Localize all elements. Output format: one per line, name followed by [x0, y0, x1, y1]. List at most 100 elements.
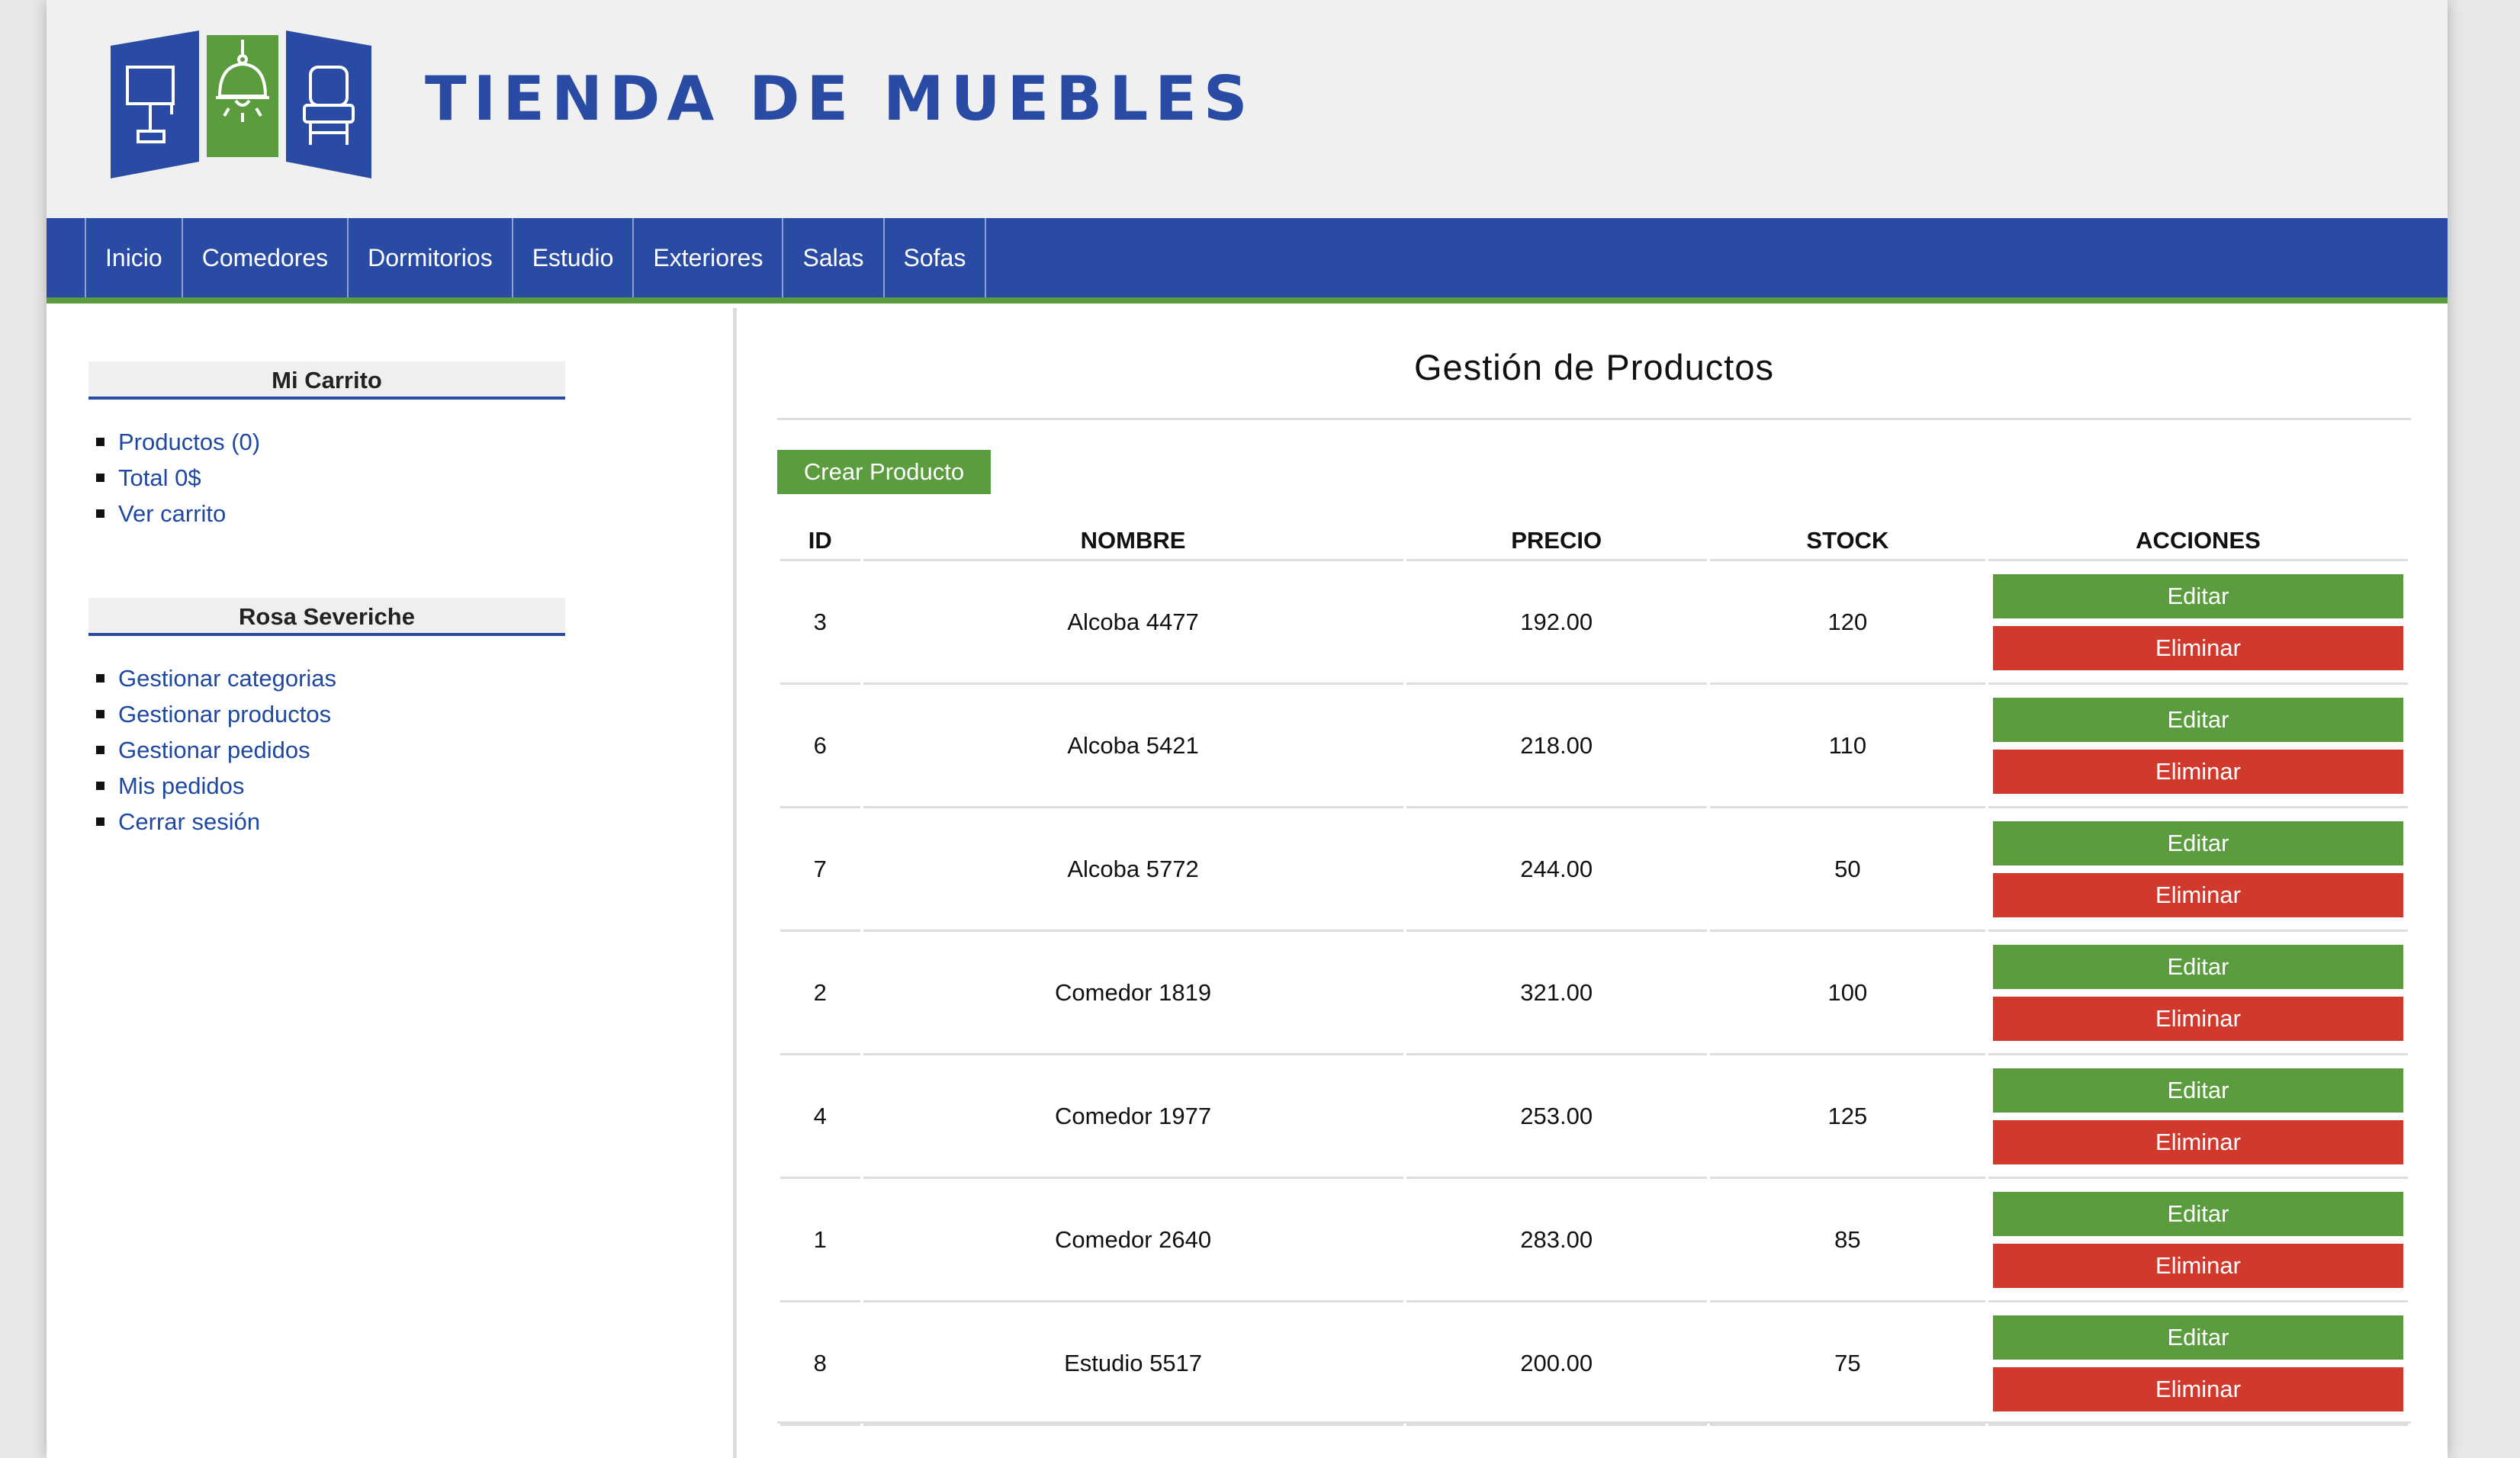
delete-button[interactable]: Eliminar [1993, 1366, 2403, 1411]
nav-item-comedores[interactable]: Comedores [183, 218, 349, 297]
cell-stock: 110 [1709, 685, 1985, 808]
edit-button[interactable]: Editar [1993, 1191, 2403, 1236]
bullet-icon [96, 474, 104, 482]
main-content: Gestión de Productos Crear Producto ID N… [777, 308, 2411, 1458]
bullet-icon [96, 817, 104, 826]
edit-button[interactable]: Editar [1993, 697, 2403, 742]
products-table-body: 3 Alcoba 4477 192.00 120 Editar Eliminar 6 Alco… [780, 561, 2408, 1426]
table-row: 4 Comedor 1977 253.00 125 Editar Eliminar [780, 1055, 2408, 1179]
nav-item-inicio[interactable]: Inicio [86, 218, 183, 297]
bullet-icon [96, 746, 104, 754]
nav-item-dormitorios[interactable]: Dormitorios [349, 218, 513, 297]
bullet-icon [96, 782, 104, 790]
cell-acciones: Editar Eliminar [1988, 1179, 2408, 1302]
cell-acciones: Editar Eliminar [1988, 561, 2408, 685]
table-row: 3 Alcoba 4477 192.00 120 Editar Eliminar [780, 561, 2408, 685]
edit-button[interactable]: Editar [1993, 573, 2403, 618]
cell-stock: 50 [1709, 808, 1985, 932]
nav-item-exteriores[interactable]: Exteriores [634, 218, 784, 297]
table-row: 2 Comedor 1819 321.00 100 Editar Eliminar [780, 932, 2408, 1055]
cell-nombre: Comedor 1819 [863, 932, 1403, 1055]
cell-stock: 120 [1709, 561, 1985, 685]
cell-nombre: Comedor 1977 [863, 1055, 1403, 1179]
edit-button[interactable]: Editar [1993, 1068, 2403, 1113]
cart-item-label[interactable]: Ver carrito [118, 496, 226, 531]
delete-button[interactable]: Eliminar [1993, 1119, 2403, 1164]
main-nav: Inicio Comedores Dormitorios Estudio Ext… [47, 218, 2448, 303]
delete-button[interactable]: Eliminar [1993, 996, 2403, 1041]
table-header-row: ID NOMBRE PRECIO STOCK ACCIONES [780, 520, 2408, 561]
user-menu-list: Gestionar categorias Gestionar productos… [88, 660, 565, 840]
edit-button[interactable]: Editar [1993, 944, 2403, 989]
user-menu-gestionar-productos[interactable]: Gestionar productos [96, 696, 565, 732]
cell-acciones: Editar Eliminar [1988, 932, 2408, 1055]
edit-button[interactable]: Editar [1993, 1315, 2403, 1360]
cell-nombre: Alcoba 4477 [863, 561, 1403, 685]
cell-precio: 218.00 [1406, 685, 1707, 808]
nav-item-estudio[interactable]: Estudio [513, 218, 635, 297]
cell-precio: 321.00 [1406, 932, 1707, 1055]
table-row: 7 Alcoba 5772 244.00 50 Editar Eliminar [780, 808, 2408, 932]
cell-acciones: Editar Eliminar [1988, 1302, 2408, 1426]
cell-precio: 253.00 [1406, 1055, 1707, 1179]
create-product-button[interactable]: Crear Producto [777, 450, 991, 494]
cell-acciones: Editar Eliminar [1988, 1055, 2408, 1179]
cell-id: 8 [780, 1302, 860, 1426]
cart-block-title: Mi Carrito [88, 361, 565, 400]
delete-button[interactable]: Eliminar [1993, 872, 2403, 917]
cell-stock: 75 [1709, 1302, 1985, 1426]
cart-item-total[interactable]: Total 0$ [96, 460, 565, 496]
sidebar: Mi Carrito Productos (0) Total 0$ Ver ca… [47, 308, 737, 1458]
user-menu-label[interactable]: Cerrar sesión [118, 804, 260, 840]
table-row: 1 Comedor 2640 283.00 85 Editar Eliminar [780, 1179, 2408, 1302]
user-menu-label[interactable]: Gestionar productos [118, 696, 331, 732]
user-menu-label[interactable]: Gestionar pedidos [118, 732, 310, 768]
user-menu-gestionar-pedidos[interactable]: Gestionar pedidos [96, 732, 565, 768]
cart-item-label[interactable]: Productos (0) [118, 424, 260, 460]
cart-item-label[interactable]: Total 0$ [118, 460, 201, 496]
cell-id: 1 [780, 1179, 860, 1302]
cart-item-ver-carrito[interactable]: Ver carrito [96, 496, 565, 531]
column-header-precio: PRECIO [1406, 520, 1707, 561]
nav-item-salas[interactable]: Salas [783, 218, 885, 297]
cell-acciones: Editar Eliminar [1988, 808, 2408, 932]
cell-id: 7 [780, 808, 860, 932]
cell-id: 4 [780, 1055, 860, 1179]
column-header-stock: STOCK [1709, 520, 1985, 561]
cell-id: 3 [780, 561, 860, 685]
site-header: TIENDA DE MUEBLES [47, 0, 2448, 218]
delete-button[interactable]: Eliminar [1993, 1243, 2403, 1288]
bullet-icon [96, 710, 104, 718]
cart-list: Productos (0) Total 0$ Ver carrito [88, 424, 565, 531]
column-header-nombre: NOMBRE [863, 520, 1403, 561]
cell-precio: 200.00 [1406, 1302, 1707, 1426]
cell-precio: 244.00 [1406, 808, 1707, 932]
cart-item-productos[interactable]: Productos (0) [96, 424, 565, 460]
site-title[interactable]: TIENDA DE MUEBLES [425, 69, 1254, 130]
edit-button[interactable]: Editar [1993, 821, 2403, 865]
page: TIENDA DE MUEBLES Inicio Comedores Dormi… [47, 0, 2448, 1458]
cell-precio: 283.00 [1406, 1179, 1707, 1302]
nav-item-sofas[interactable]: Sofas [885, 218, 987, 297]
cell-id: 6 [780, 685, 860, 808]
cell-precio: 192.00 [1406, 561, 1707, 685]
column-header-acciones: ACCIONES [1988, 520, 2408, 561]
site-logo[interactable] [111, 31, 385, 178]
user-menu-cerrar-sesion[interactable]: Cerrar sesión [96, 804, 565, 840]
user-block: Rosa Severiche Gestionar categorias Gest… [88, 598, 565, 840]
products-table: ID NOMBRE PRECIO STOCK ACCIONES 3 Alcoba … [777, 520, 2411, 1426]
column-header-id: ID [780, 520, 860, 561]
bullet-icon [96, 509, 104, 518]
user-menu-label[interactable]: Mis pedidos [118, 768, 244, 804]
user-menu-label[interactable]: Gestionar categorias [118, 660, 336, 696]
user-menu-mis-pedidos[interactable]: Mis pedidos [96, 768, 565, 804]
delete-button[interactable]: Eliminar [1993, 749, 2403, 794]
cell-nombre: Alcoba 5421 [863, 685, 1403, 808]
user-menu-gestionar-categorias[interactable]: Gestionar categorias [96, 660, 565, 696]
page-title: Gestión de Productos [1414, 347, 1774, 387]
bullet-icon [96, 438, 104, 446]
table-bottom-divider [777, 1421, 2411, 1424]
delete-button[interactable]: Eliminar [1993, 625, 2403, 670]
cell-stock: 85 [1709, 1179, 1985, 1302]
cell-stock: 125 [1709, 1055, 1985, 1179]
